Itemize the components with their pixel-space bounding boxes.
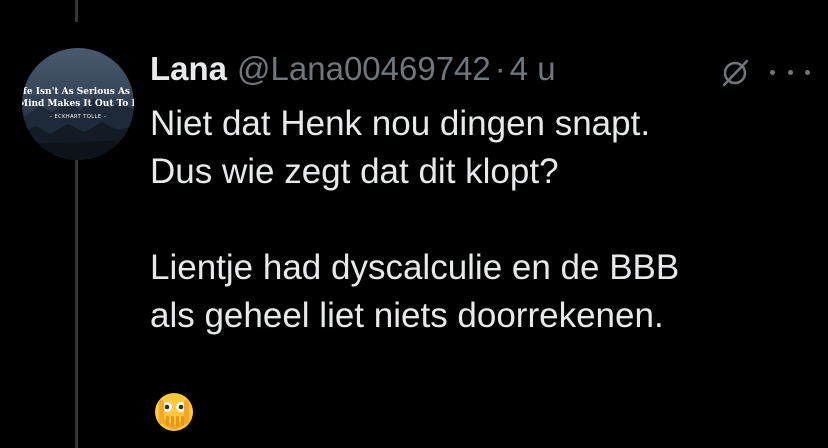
- author-name[interactable]: Lana: [150, 50, 227, 88]
- post-timestamp[interactable]: 4 u: [510, 50, 556, 88]
- post-text: Niet dat Henk nou dingen snapt. Dus wie …: [150, 100, 820, 340]
- post-header: Lana @Lana00469742 · 4 u: [150, 46, 556, 92]
- post-text-blank-line: [150, 196, 820, 244]
- thread-line-top: [75, 0, 78, 22]
- more-dot: [805, 69, 810, 75]
- thread-line-bottom: [75, 160, 78, 448]
- post-text-line: Niet dat Henk nou dingen snapt.: [150, 104, 651, 143]
- grok-icon[interactable]: [718, 56, 752, 90]
- header-separator: ·: [494, 50, 506, 87]
- post-text-line: als geheel liet niets doorrekenen.: [150, 296, 664, 335]
- avatar-quote-text: ife Isn't As Serious As Th Mind Makes It…: [22, 87, 134, 109]
- author-handle[interactable]: @Lana00469742: [237, 50, 491, 88]
- avatar-quote-author: – ECKHART TOLLE –: [49, 114, 107, 120]
- post-text-line: Dus wie zegt dat dit klopt?: [150, 152, 559, 191]
- avatar[interactable]: ife Isn't As Serious As Th Mind Makes It…: [22, 48, 134, 160]
- more-options-icon[interactable]: [770, 62, 810, 82]
- post-text-line: Lientje had dyscalculie en de BBB: [150, 248, 680, 287]
- more-dot: [787, 69, 793, 75]
- face-with-open-eyes-and-hand-over-mouth-icon: [152, 390, 196, 434]
- more-dot: [770, 69, 775, 75]
